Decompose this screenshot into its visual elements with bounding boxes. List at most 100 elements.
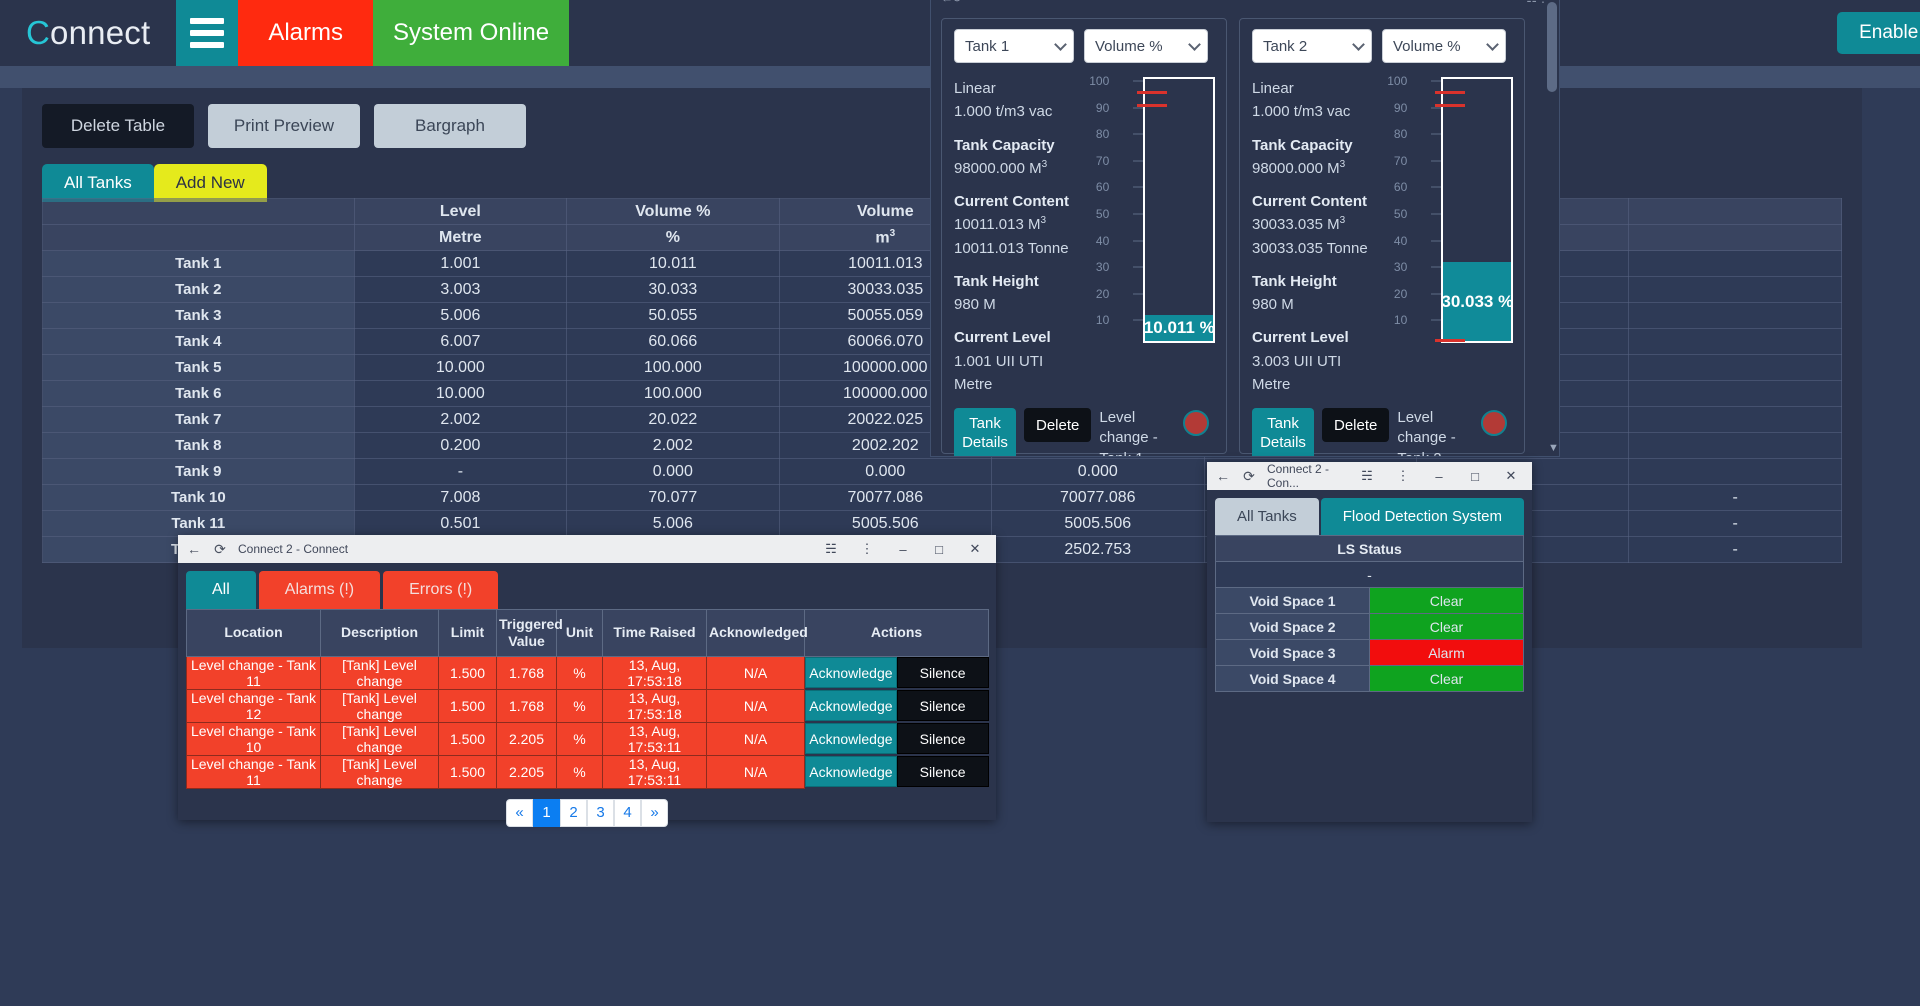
detail-window-scrollbar[interactable]: ▲ ▼: [1545, 0, 1559, 456]
alarm-unit-cell: %: [556, 754, 603, 789]
void-space-label: Void Space 4: [1215, 665, 1370, 692]
card2-delete-button[interactable]: Delete: [1322, 408, 1390, 442]
puzzle-icon[interactable]: ☵: [1354, 465, 1380, 487]
silence-button[interactable]: Silence: [896, 756, 989, 788]
tank-extra2-cell: [1628, 406, 1842, 434]
reload-icon[interactable]: ⟳: [212, 541, 228, 557]
void-space-label: Void Space 2: [1215, 613, 1370, 640]
pagination-page-»[interactable]: »: [641, 798, 668, 827]
tank-tab-row: All Tanks Add New: [42, 164, 267, 202]
puzzle-icon[interactable]: ☵: [818, 538, 844, 560]
silence-button[interactable]: Silence: [896, 723, 989, 755]
card1-tank-select[interactable]: Tank 1: [954, 29, 1074, 63]
minimize-icon[interactable]: –: [890, 538, 916, 560]
bargraph-tick-label: 80: [1095, 127, 1110, 142]
bargraph-tick-line: [1431, 186, 1442, 188]
card1-tank-details-button[interactable]: Tank Details: [954, 408, 1016, 456]
tab-flood-detection-system[interactable]: Flood Detection System: [1320, 498, 1524, 535]
tank-volume-pct-cell: 5.006: [566, 510, 780, 538]
card2-tank-select[interactable]: Tank 2: [1252, 29, 1372, 63]
th-acknowledged: Acknowledged: [706, 609, 808, 657]
card1-content-weight: 10011.013 Tonne: [954, 239, 1069, 257]
pagination-page-«[interactable]: «: [506, 798, 533, 827]
bargraph-tick-label: 90: [1393, 100, 1408, 115]
acknowledge-button[interactable]: Acknowledge: [805, 657, 897, 689]
maximize-icon[interactable]: □: [1462, 465, 1488, 487]
minimize-icon[interactable]: –: [1426, 465, 1452, 487]
alarm-limit-cell: 1.500: [438, 754, 497, 789]
bargraph-tick-line: [1431, 266, 1442, 268]
detail-reload-icon[interactable]: ⟳: [953, 0, 963, 5]
delete-table-button[interactable]: Delete Table: [42, 104, 194, 148]
card1-info: Linear 1.000 t/m3 vac Tank Capacity 9800…: [954, 77, 1097, 396]
acknowledge-button[interactable]: Acknowledge: [805, 723, 897, 755]
alarm-description-cell: [Tank] Level change: [320, 688, 439, 723]
pagination-page-2[interactable]: 2: [560, 798, 587, 827]
card2-alarm-marker-high: [1435, 91, 1466, 94]
bargraph-tick-line: [1431, 293, 1442, 295]
silence-button[interactable]: Silence: [896, 657, 989, 689]
bargraph-tick-line: [1431, 80, 1442, 82]
kebab-menu-icon[interactable]: ⋮: [1390, 465, 1416, 487]
tab-all[interactable]: All: [186, 571, 256, 609]
bargraph-tick-line: [1133, 319, 1144, 321]
scroll-down-icon[interactable]: ▼: [1548, 442, 1559, 454]
tab-errors[interactable]: Errors (!): [383, 571, 499, 609]
detail-puzzle-icon[interactable]: ☵: [1526, 0, 1537, 5]
card1-bargraph: 100 90 80 70 60 50 40 30 20 10 10.011 %: [1089, 74, 1216, 345]
bargraph-tick-label: 10: [1393, 313, 1408, 328]
bargraph-button[interactable]: Bargraph: [374, 104, 526, 148]
card1-bargraph-fill: 10.011 %: [1144, 314, 1215, 341]
tab-flood-all-tanks[interactable]: All Tanks: [1215, 498, 1319, 535]
bargraph-tick-line: [1133, 293, 1144, 295]
tab-add-new[interactable]: Add New: [153, 164, 267, 202]
tab-all-tanks[interactable]: All Tanks: [42, 164, 154, 202]
bargraph-tick-label: 20: [1095, 286, 1110, 301]
tank-name-cell: Tank 7: [42, 406, 355, 434]
tank-level-cell: 6.007: [353, 328, 568, 356]
bargraph-tick-line: [1431, 160, 1442, 162]
tank-volume-pct-cell: 2.002: [566, 432, 780, 460]
maximize-icon[interactable]: □: [926, 538, 952, 560]
card2-unit-select[interactable]: Volume %: [1382, 29, 1506, 63]
card1-delete-button[interactable]: Delete: [1024, 408, 1092, 442]
detail-back-icon[interactable]: ←: [941, 0, 953, 5]
tank-volume-pct-cell: 50.055: [566, 302, 780, 330]
th-unit: Unit: [556, 609, 603, 657]
tank-extra2-cell: [1628, 458, 1842, 486]
bargraph-tick-label: 60: [1095, 180, 1110, 195]
th-volume-pct: Volume %: [566, 198, 780, 225]
card2-linear-label: Linear: [1252, 80, 1294, 97]
th-triggered-value: Triggered Value: [496, 609, 563, 657]
kebab-menu-icon[interactable]: ⋮: [854, 538, 880, 560]
reload-icon[interactable]: ⟳: [1241, 468, 1257, 484]
app-logo-initial: C: [26, 14, 51, 51]
pagination-page-4[interactable]: 4: [614, 798, 641, 827]
acknowledge-button[interactable]: Acknowledge: [805, 690, 897, 722]
close-icon[interactable]: ✕: [962, 538, 988, 560]
alarm-triggered-value-cell: 1.768: [496, 655, 557, 690]
alarm-limit-cell: 1.500: [438, 655, 497, 690]
card2-height-value: 980 M: [1252, 296, 1294, 313]
scrollbar-thumb[interactable]: [1547, 2, 1557, 92]
tank-volume-pct-cell: 70.077: [566, 484, 780, 512]
acknowledge-button[interactable]: Acknowledge: [805, 756, 897, 788]
tank-name-cell: Tank 1: [42, 250, 355, 278]
pagination-page-1[interactable]: 1: [533, 798, 560, 827]
void-space-status-badge: Clear: [1369, 587, 1524, 614]
tab-alarms[interactable]: Alarms (!): [258, 571, 381, 609]
alarms-button[interactable]: Alarms: [238, 0, 373, 66]
card2-tank-details-button[interactable]: Tank Details: [1252, 408, 1314, 456]
pagination-page-3[interactable]: 3: [587, 798, 614, 827]
hamburger-menu-icon[interactable]: [176, 0, 239, 66]
silence-button[interactable]: Silence: [896, 690, 989, 722]
back-arrow-icon[interactable]: ←: [1215, 468, 1231, 484]
back-arrow-icon[interactable]: ←: [186, 541, 202, 557]
print-preview-button[interactable]: Print Preview: [208, 104, 360, 148]
card1-unit-select[interactable]: Volume %: [1084, 29, 1208, 63]
close-icon[interactable]: ✕: [1498, 465, 1524, 487]
card2-bargraph-fill: 30.033 %: [1441, 262, 1513, 341]
flood-window-titlebar: ← ⟳ Connect 2 - Con... ☵ ⋮ – □ ✕: [1207, 462, 1532, 490]
table-row: Level change - Tank 11 [Tank] Level chang…: [186, 754, 989, 789]
enable-keyboard-button[interactable]: Enable Keyboa: [1837, 12, 1920, 54]
